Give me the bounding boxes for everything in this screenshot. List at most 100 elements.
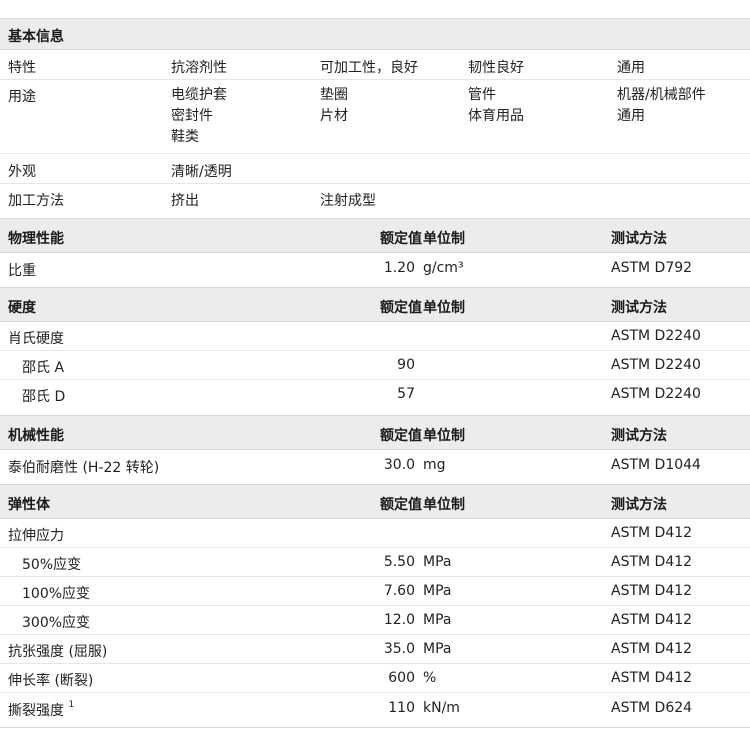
section-title: 机械性能 (8, 428, 64, 444)
property-label: 肖氏硬度 (8, 331, 64, 347)
footnote-marker: 1 (68, 700, 75, 711)
col-header-method: 测试方法 (611, 231, 667, 247)
use-item: 管件 (468, 87, 496, 103)
row-label: 外观 (8, 164, 36, 180)
table-row: 邵氏 D 57 ASTM D2240 (0, 380, 750, 415)
property-value: 12.0 (383, 612, 415, 628)
col-header-value: 额定值 (380, 497, 422, 513)
table-row: 撕裂强度 1 110 kN/m ASTM D624 (0, 693, 750, 728)
property-value: 7.60 (383, 583, 415, 599)
col-header-value: 额定值 (380, 300, 422, 316)
section-header-elastomer: 弹性体 额定值 单位制 测试方法 (0, 484, 750, 519)
row-value: 抗溶剂性 (171, 60, 227, 76)
property-unit: kN/m (423, 700, 460, 716)
row-value: 注射成型 (320, 193, 376, 209)
col-header-unit: 单位制 (423, 428, 465, 444)
section-header-basic: 基本信息 (0, 18, 750, 50)
test-method: ASTM D412 (611, 583, 693, 599)
col-header-method: 测试方法 (611, 497, 667, 513)
use-item: 体育用品 (468, 108, 524, 124)
row-value: 可加工性，良好 (320, 60, 418, 76)
property-value: 35.0 (383, 641, 415, 657)
row-value: 韧性良好 (468, 60, 524, 76)
use-item: 鞋类 (171, 129, 199, 145)
section-title: 弹性体 (8, 497, 50, 513)
property-value: 600 (388, 670, 415, 686)
table-row: 300%应变 12.0 MPa ASTM D412 (0, 606, 750, 635)
row-label: 特性 (8, 60, 36, 76)
test-method: ASTM D412 (611, 641, 693, 657)
table-row: 拉伸应力 ASTM D412 (0, 519, 750, 548)
test-method: ASTM D2240 (611, 357, 701, 373)
property-label: 300%应变 (22, 615, 91, 631)
use-item: 片材 (320, 108, 348, 124)
property-unit: MPa (423, 554, 452, 570)
use-item: 电缆护套 (171, 87, 227, 103)
table-row: 伸长率 (断裂) 600 % ASTM D412 (0, 664, 750, 693)
test-method: ASTM D412 (611, 525, 693, 541)
col-header-value: 额定值 (380, 428, 422, 444)
property-unit: % (423, 670, 437, 686)
col-header-value: 额定值 (380, 231, 422, 247)
table-row: 邵氏 A 90 ASTM D2240 (0, 351, 750, 380)
use-item: 机器/机械部件 (617, 87, 706, 103)
row-label: 加工方法 (8, 193, 64, 209)
uses-col-1: 电缆护套 密封件 鞋类 (171, 85, 227, 148)
property-label: 比重 (8, 263, 36, 279)
row-label: 用途 (8, 89, 36, 105)
use-item: 垫圈 (320, 87, 348, 103)
row-value: 清晰/透明 (171, 164, 232, 180)
table-row: 100%应变 7.60 MPa ASTM D412 (0, 577, 750, 606)
section-header-hardness: 硬度 额定值 单位制 测试方法 (0, 287, 750, 322)
basic-row-processing: 加工方法 挤出 注射成型 (0, 184, 750, 218)
property-label: 撕裂强度 (8, 703, 64, 719)
section-title: 基本信息 (8, 29, 64, 45)
col-header-unit: 单位制 (423, 497, 465, 513)
property-label: 邵氏 A (22, 360, 65, 376)
property-unit: MPa (423, 612, 452, 628)
test-method: ASTM D412 (611, 670, 693, 686)
table-row: 比重 1.20 g/cm³ ASTM D792 (0, 253, 750, 287)
col-header-method: 测试方法 (611, 300, 667, 316)
use-item: 通用 (617, 108, 645, 124)
property-unit: g/cm³ (423, 260, 464, 276)
property-label: 拉伸应力 (8, 528, 64, 544)
property-value: 57 (397, 386, 415, 402)
property-unit: MPa (423, 583, 452, 599)
uses-col-2: 垫圈 片材 (320, 85, 348, 127)
test-method: ASTM D412 (611, 554, 693, 570)
property-label: 伸长率 (断裂) (8, 673, 94, 689)
col-header-method: 测试方法 (611, 428, 667, 444)
section-header-physical: 物理性能 额定值 单位制 测试方法 (0, 218, 750, 253)
basic-row-uses: 用途 电缆护套 密封件 鞋类 垫圈 片材 管件 体育用品 机器/机械部件 通用 (0, 80, 750, 154)
property-value: 30.0 (383, 457, 415, 473)
use-item: 密封件 (171, 108, 213, 124)
property-label-wrap: 撕裂强度 1 (8, 700, 74, 720)
property-label: 邵氏 D (22, 389, 66, 405)
row-value: 挤出 (171, 193, 199, 209)
uses-col-4: 机器/机械部件 通用 (617, 85, 706, 127)
basic-row-appearance: 外观 清晰/透明 (0, 154, 750, 184)
test-method: ASTM D624 (611, 700, 693, 716)
section-header-mechanical: 机械性能 额定值 单位制 测试方法 (0, 415, 750, 450)
col-header-unit: 单位制 (423, 231, 465, 247)
property-value: 90 (397, 357, 415, 373)
test-method: ASTM D2240 (611, 328, 701, 344)
property-label: 泰伯耐磨性 (H-22 转轮) (8, 460, 160, 476)
table-row: 泰伯耐磨性 (H-22 转轮) 30.0 mg ASTM D1044 (0, 450, 750, 484)
table-row: 肖氏硬度 ASTM D2240 (0, 322, 750, 351)
property-value: 1.20 (383, 260, 415, 276)
uses-col-3: 管件 体育用品 (468, 85, 524, 127)
datasheet-page: 基本信息 特性 抗溶剂性 可加工性，良好 韧性良好 通用 用途 电缆护套 密封件… (0, 0, 750, 750)
property-label: 50%应变 (22, 557, 82, 573)
property-value: 5.50 (383, 554, 415, 570)
row-value: 通用 (617, 60, 645, 76)
section-title: 物理性能 (8, 231, 64, 247)
test-method: ASTM D1044 (611, 457, 701, 473)
col-header-unit: 单位制 (423, 300, 465, 316)
property-unit: MPa (423, 641, 452, 657)
basic-row-features: 特性 抗溶剂性 可加工性，良好 韧性良好 通用 (0, 50, 750, 80)
test-method: ASTM D792 (611, 260, 693, 276)
test-method: ASTM D412 (611, 612, 693, 628)
property-value: 110 (388, 700, 415, 716)
